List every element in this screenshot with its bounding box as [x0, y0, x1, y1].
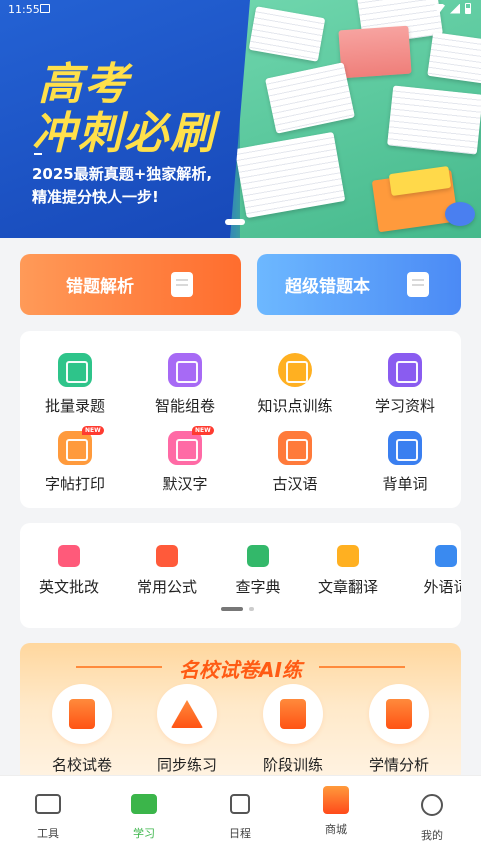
- exam-item-label: 学情分析: [368, 756, 429, 774]
- shop-bag-icon: [323, 786, 349, 814]
- image-notification-icon: [40, 4, 50, 13]
- chart-doc-icon: [369, 684, 429, 744]
- grid-item-memorize-words[interactable]: 背单词: [350, 431, 460, 494]
- study-book-icon: [131, 794, 157, 814]
- super-mistake-book-label: 超级错题本: [285, 277, 370, 297]
- tool-article-translation[interactable]: 文章翻译: [308, 545, 388, 597]
- grid-item-label: 知识点训练: [257, 397, 333, 415]
- foreign-icon: [435, 545, 457, 567]
- grid-item-batch-entry[interactable]: 批量录题: [20, 353, 130, 416]
- nav-label: 日程: [229, 827, 251, 840]
- batch-icon: [58, 353, 92, 387]
- exam-item-stage-training[interactable]: 阶段训练: [248, 684, 338, 775]
- banner-books-illustration: [234, 0, 481, 238]
- stage-icon: [263, 684, 323, 744]
- grid-item-study-materials[interactable]: 学习资料: [350, 353, 460, 416]
- triangle-icon: [157, 684, 217, 744]
- grid-item-ancient-chinese[interactable]: 古汉语: [240, 431, 350, 494]
- battery-icon: [465, 3, 471, 14]
- banner-title-line2: 冲刺必刷: [32, 108, 216, 159]
- exam-item-label: 阶段训练: [262, 756, 323, 774]
- status-bar: 11:55: [0, 0, 481, 20]
- tool-label: 外语词: [423, 578, 461, 596]
- exam-item-label: 同步练习: [156, 756, 217, 774]
- paper-icon: [168, 353, 202, 387]
- exam-item-label: 名校试卷: [51, 756, 112, 774]
- scroll-icon: [52, 684, 112, 744]
- status-time: 11:55: [8, 3, 40, 16]
- exam-item-top-school-papers[interactable]: 名校试卷: [37, 684, 127, 775]
- grid-item-knowledge-training[interactable]: 知识点训练: [240, 353, 350, 416]
- grid-item-dictation-chars[interactable]: NEW 默汉字: [130, 426, 240, 494]
- nav-mine[interactable]: 我的: [397, 794, 467, 843]
- grid-item-label: 智能组卷: [154, 397, 215, 415]
- exam-item-sync-practice[interactable]: 同步练习: [142, 684, 232, 775]
- grid-item-smart-paper[interactable]: 智能组卷: [130, 353, 240, 416]
- edit-doc-icon: [171, 272, 193, 297]
- mistake-analysis-label: 错题解析: [66, 277, 134, 297]
- notebook-icon: [407, 272, 429, 297]
- tool-common-formulas[interactable]: 常用公式: [127, 545, 207, 597]
- banner-subtitle-line1: 2025最新真题+独家解析,: [32, 165, 213, 183]
- tools-carousel[interactable]: 英文批改 常用公式 查字典 文章翻译 外语词: [20, 523, 461, 628]
- tool-foreign-words[interactable]: 外语词: [406, 545, 461, 597]
- tool-label: 文章翻译: [317, 578, 378, 596]
- grid-item-label: 字帖打印: [44, 475, 105, 493]
- signal-icon: [450, 3, 460, 14]
- tool-english-correction[interactable]: 英文批改: [29, 545, 109, 597]
- tool-dictionary[interactable]: 查字典: [218, 545, 298, 597]
- nav-tools[interactable]: 工具: [13, 794, 83, 841]
- tool-label: 查字典: [235, 578, 281, 596]
- nav-study[interactable]: 学习: [109, 794, 179, 841]
- translate-icon: [337, 545, 359, 567]
- correct-icon: [58, 545, 80, 567]
- dictionary-icon: [247, 545, 269, 567]
- ancient-icon: [278, 431, 312, 465]
- super-mistake-book-button[interactable]: 超级错题本: [257, 254, 461, 315]
- banner-page-indicator: [225, 219, 245, 225]
- toolbox-icon: [35, 794, 61, 814]
- book-icon: [388, 353, 422, 387]
- exam-item-learning-analysis[interactable]: 学情分析: [354, 684, 444, 775]
- profile-icon: [421, 794, 443, 816]
- exam-card-title: 名校试卷AI练: [179, 658, 302, 682]
- grid-item-label: 背单词: [382, 475, 428, 493]
- nav-schedule[interactable]: 日程: [205, 794, 275, 841]
- feature-grid: 批量录题 智能组卷 知识点训练 学习资料 NEW 字帖打印 NEW 默汉字 古汉…: [20, 331, 461, 508]
- grid-item-label: 批量录题: [44, 397, 105, 415]
- nav-label: 我的: [421, 829, 443, 842]
- grid-item-label: 默汉字: [162, 475, 208, 493]
- tools-page-indicator: [221, 607, 254, 611]
- tool-label: 英文批改: [38, 578, 99, 596]
- new-badge: NEW: [82, 426, 104, 435]
- wifi-icon: [433, 3, 445, 14]
- bottom-navigation: 工具 学习 日程 商城 我的: [0, 775, 481, 855]
- nav-label: 商城: [325, 823, 347, 836]
- nav-label: 工具: [37, 827, 59, 840]
- mistake-analysis-button[interactable]: 错题解析: [20, 254, 241, 315]
- banner-subtitle-line2: 精准提分快人一步!: [32, 188, 159, 206]
- promo-banner[interactable]: 高考 冲刺必刷 2025最新真题+独家解析, 精准提分快人一步!: [0, 0, 481, 238]
- word-icon: [388, 431, 422, 465]
- grid-item-copybook-print[interactable]: NEW 字帖打印: [20, 426, 130, 494]
- grid-item-label: 学习资料: [374, 397, 435, 415]
- nav-label: 学习: [133, 827, 155, 840]
- calendar-icon: [230, 794, 250, 814]
- nav-shop[interactable]: 商城: [301, 786, 371, 837]
- new-badge: NEW: [192, 426, 214, 435]
- char-icon: [168, 431, 202, 465]
- print-icon: [58, 431, 92, 465]
- exam-ai-practice-card: 名校试卷AI练 名校试卷 同步练习 阶段训练 学情分析: [20, 643, 461, 783]
- tool-label: 常用公式: [136, 578, 197, 596]
- target-icon: [278, 353, 312, 387]
- grid-item-label: 古汉语: [272, 475, 318, 493]
- formula-icon: [156, 545, 178, 567]
